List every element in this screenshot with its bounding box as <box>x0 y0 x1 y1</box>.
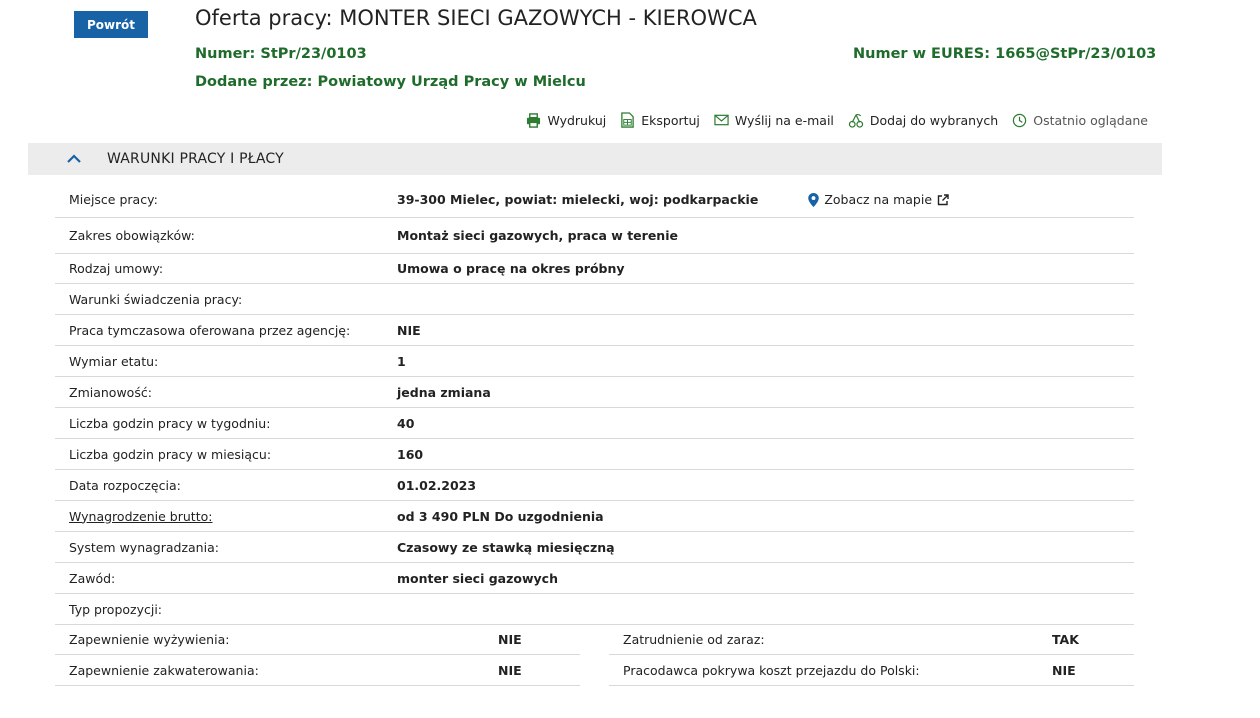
row-value: jedna zmiana <box>397 384 491 400</box>
back-button[interactable]: Powrót <box>74 11 148 38</box>
row-value: 01.02.2023 <box>397 477 477 493</box>
pair-value: NIE <box>498 631 522 647</box>
row-value: 40 <box>397 415 415 431</box>
row-value: od 3 490 PLN Do uzgodnienia <box>397 508 604 524</box>
print-label: Wydrukuj <box>547 112 607 128</box>
row-value: Montaż sieci gazowych, praca w terenie <box>397 228 678 243</box>
pair-label: Pracodawca pokrywa koszt przejazdu do Po… <box>623 662 920 678</box>
pair-label: Zapewnienie zakwaterowania: <box>69 662 259 678</box>
table-row: Zawód: monter sieci gazowych <box>55 563 1134 594</box>
table-row: Liczba godzin pracy w miesiącu: 160 <box>55 439 1134 470</box>
table-row: System wynagradzania: Czasowy ze stawką … <box>55 532 1134 563</box>
table-row: Data rozpoczęcia: 01.02.2023 <box>55 470 1134 501</box>
pair-label: Zatrudnienie od zaraz: <box>623 631 765 647</box>
add-favorites-label: Dodaj do wybranych <box>869 112 999 128</box>
email-label: Wyślij na e-mail <box>734 112 834 128</box>
clock-icon <box>1013 113 1027 127</box>
action-toolbar: Wydrukuj Eksportuj Wyślij na e-mail Doda… <box>526 112 1148 128</box>
pair-cell: Zapewnienie wyżywienia: NIE <box>55 624 580 655</box>
page-title: Oferta pracy: MONTER SIECI GAZOWYCH - KI… <box>195 6 757 30</box>
salary-tooltip-label[interactable]: Wynagrodzenie brutto: <box>55 509 397 524</box>
row-label: Wymiar etatu: <box>69 353 159 369</box>
section-header-work-conditions[interactable]: WARUNKI PRACY I PŁACY <box>28 143 1162 175</box>
row-label: Warunki świadczenia pracy: <box>69 291 243 307</box>
table-row: Zapewnienie wyżywienia: NIE Zatrudnienie… <box>55 624 1134 655</box>
offer-number-label: Numer: <box>195 46 256 62</box>
section-title: WARUNKI PRACY I PŁACY <box>107 151 284 167</box>
added-by-value: Powiatowy Urząd Pracy w Mielcu <box>317 74 586 90</box>
email-button[interactable]: Wyślij na e-mail <box>714 113 834 128</box>
cherries-icon <box>848 113 864 128</box>
table-row: Zapewnienie zakwaterowania: NIE Pracodaw… <box>55 655 1134 686</box>
row-label: Miejsce pracy: <box>69 192 158 207</box>
pair-value: NIE <box>498 662 522 678</box>
row-value: NIE <box>397 322 421 338</box>
table-row: Rodzaj umowy: Umowa o pracę na okres pró… <box>55 254 1134 284</box>
pair-cell: Pracodawca pokrywa koszt przejazdu do Po… <box>609 655 1134 686</box>
row-label: Liczba godzin pracy w tygodniu: <box>69 415 271 431</box>
row-label: Typ propozycji: <box>69 601 163 617</box>
add-favorites-button[interactable]: Dodaj do wybranych <box>848 113 998 128</box>
export-label: Eksportuj <box>641 112 700 128</box>
row-label: System wynagradzania: <box>69 539 219 555</box>
eures-number: Numer w EURES: 1665@StPr/23/0103 <box>853 46 1156 62</box>
offer-number: Numer: StPr/23/0103 <box>195 46 367 62</box>
row-value: 1 <box>397 353 406 369</box>
table-row: Liczba godzin pracy w tygodniu: 40 <box>55 408 1134 439</box>
pair-cell: Zatrudnienie od zaraz: TAK <box>609 624 1134 655</box>
table-row: Zakres obowiązków: Montaż sieci gazowych… <box>55 218 1134 254</box>
show-on-map-label: Zobacz na mapie <box>824 192 933 207</box>
conditions-table: Miejsce pracy: 39-300 Mielec, powiat: mi… <box>55 182 1134 625</box>
table-row: Typ propozycji: <box>55 594 1134 625</box>
table-row: Wymiar etatu: 1 <box>55 346 1134 377</box>
table-row: Miejsce pracy: 39-300 Mielec, powiat: mi… <box>55 182 1134 218</box>
row-label: Rodzaj umowy: <box>69 261 164 276</box>
table-row: Zmianowość: jedna zmiana <box>55 377 1134 408</box>
row-value: 39-300 Mielec, powiat: mielecki, woj: po… <box>397 192 759 207</box>
table-row: Wynagrodzenie brutto: od 3 490 PLN Do uz… <box>55 501 1134 532</box>
row-label: Praca tymczasowa oferowana przez agencję… <box>69 322 351 338</box>
envelope-icon <box>714 114 729 126</box>
row-label: Zakres obowiązków: <box>69 228 195 243</box>
show-on-map-link[interactable]: Zobacz na mapie <box>808 192 949 207</box>
pair-value: TAK <box>1052 631 1079 647</box>
pair-value: NIE <box>1052 662 1076 678</box>
printer-icon <box>527 112 541 128</box>
eures-number-value: 1665@StPr/23/0103 <box>995 46 1157 62</box>
proposal-details: Zapewnienie wyżywienia: NIE Zatrudnienie… <box>55 624 1134 686</box>
export-button[interactable]: Eksportuj <box>620 112 700 128</box>
recently-viewed-label: Ostatnio oglądane <box>1033 112 1148 128</box>
row-label: Data rozpoczęcia: <box>69 477 181 493</box>
offer-number-value: StPr/23/0103 <box>260 46 367 62</box>
print-button[interactable]: Wydrukuj <box>526 113 606 128</box>
row-value: 160 <box>397 446 424 462</box>
table-row: Warunki świadczenia pracy: <box>55 284 1134 315</box>
pair-cell: Zapewnienie zakwaterowania: NIE <box>55 655 580 686</box>
eures-number-label: Numer w EURES: <box>853 46 991 62</box>
row-label: Zmianowość: <box>69 384 152 400</box>
external-link-icon <box>937 193 949 205</box>
table-row: Praca tymczasowa oferowana przez agencję… <box>55 315 1134 346</box>
row-value: monter sieci gazowych <box>397 570 558 586</box>
pair-label: Zapewnienie wyżywienia: <box>69 631 230 647</box>
added-by: Dodane przez: Powiatowy Urząd Pracy w Mi… <box>195 74 586 90</box>
recently-viewed-button[interactable]: Ostatnio oglądane <box>1012 113 1148 128</box>
row-label: Liczba godzin pracy w miesiącu: <box>69 446 272 462</box>
map-pin-icon <box>808 192 820 207</box>
row-value: Umowa o pracę na okres próbny <box>397 261 625 276</box>
chevron-up-icon[interactable] <box>66 151 82 167</box>
row-value: Czasowy ze stawką miesięczną <box>397 539 615 555</box>
row-label: Zawód: <box>69 570 116 586</box>
spreadsheet-icon <box>621 112 635 128</box>
added-by-label: Dodane przez: <box>195 74 313 90</box>
